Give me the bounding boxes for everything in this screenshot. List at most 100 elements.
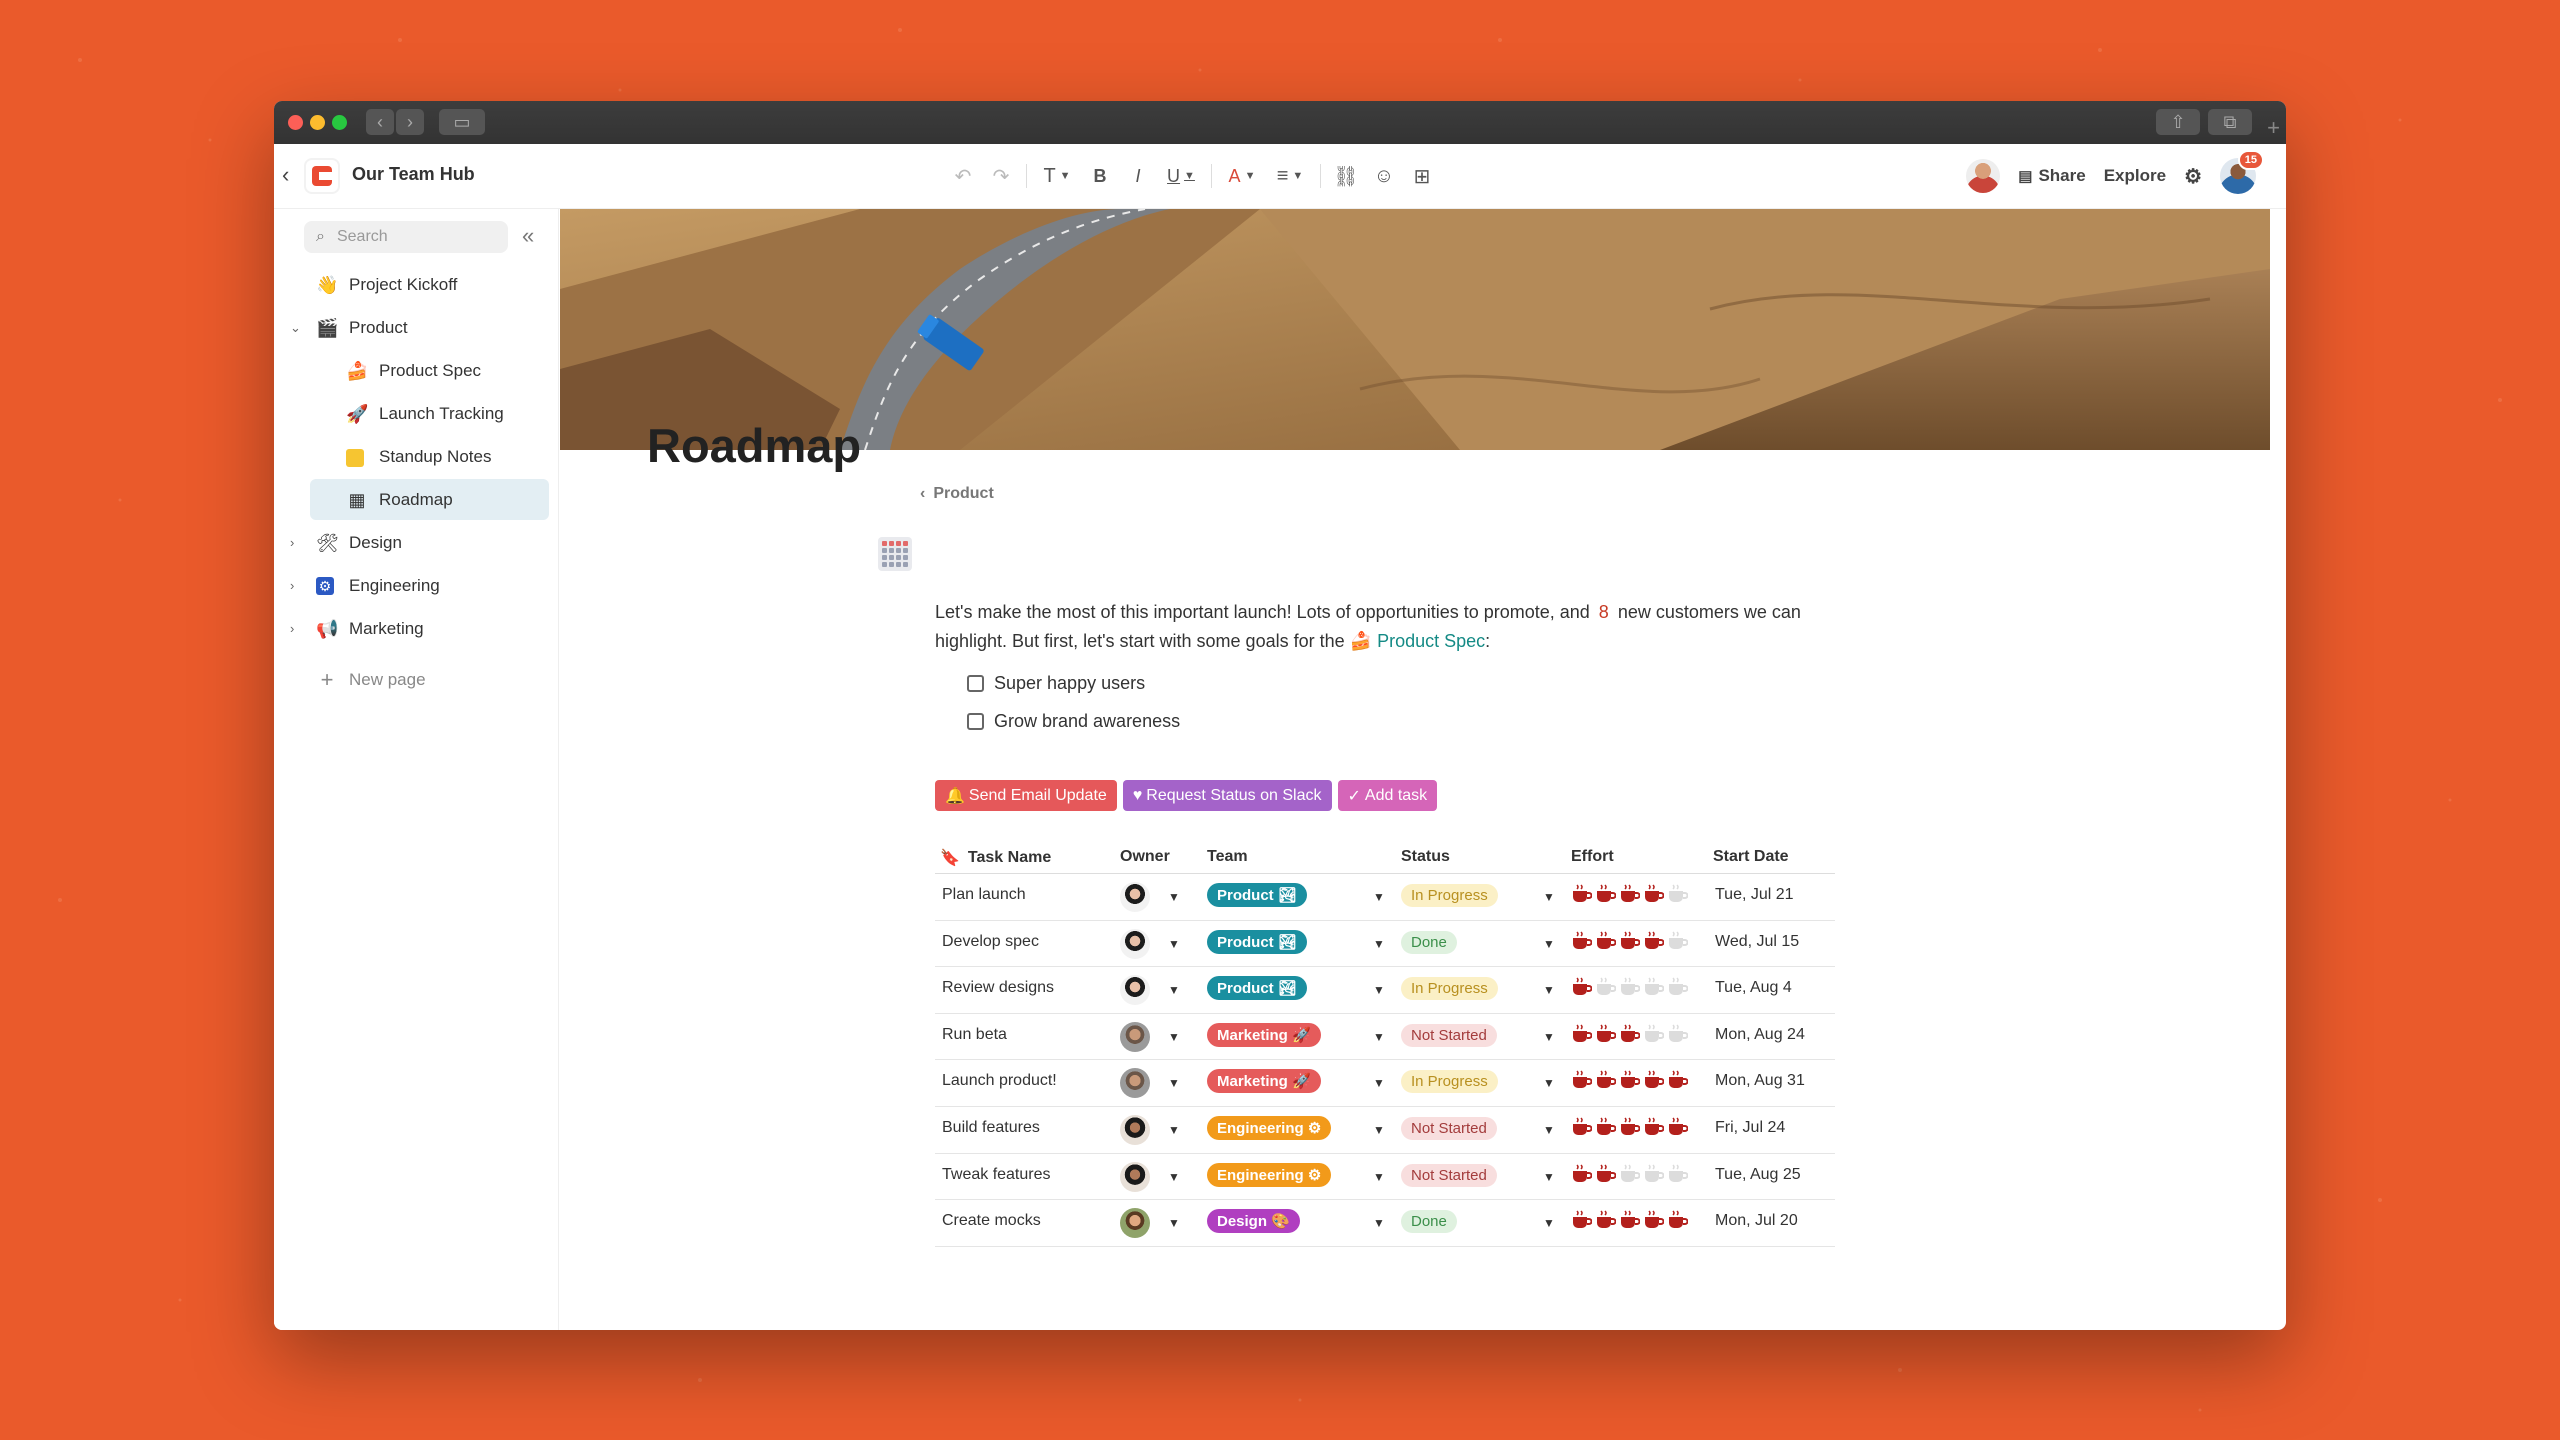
- effort-cup-empty-icon[interactable]: [1619, 1163, 1641, 1185]
- effort-cup-empty-icon[interactable]: [1643, 1023, 1665, 1045]
- team-dropdown-icon[interactable]: ▼: [1373, 983, 1385, 997]
- start-date-cell[interactable]: Tue, Jul 21: [1715, 886, 1794, 904]
- status-dropdown-icon[interactable]: ▼: [1543, 937, 1555, 951]
- column-header-status[interactable]: Status: [1401, 848, 1450, 866]
- add-task-button[interactable]: ✓ Add task: [1337, 780, 1438, 811]
- sidebar-item-design[interactable]: › 🛠 Design: [274, 521, 559, 564]
- status-dropdown-icon[interactable]: ▼: [1543, 1076, 1555, 1090]
- owner-dropdown-icon[interactable]: ▼: [1168, 890, 1180, 904]
- task-name-cell[interactable]: Launch product!: [942, 1072, 1057, 1090]
- team-cell[interactable]: Product 🏞: [1207, 976, 1307, 1001]
- effort-cup-empty-icon[interactable]: [1595, 976, 1617, 998]
- owner-cell[interactable]: ▼: [1120, 1068, 1180, 1099]
- effort-rating[interactable]: [1571, 930, 1689, 952]
- effort-rating[interactable]: [1571, 1163, 1689, 1185]
- owner-cell[interactable]: ▼: [1120, 1161, 1180, 1192]
- cover-image[interactable]: [560, 209, 2270, 450]
- table-row[interactable]: Tweak features ▼ Engineering ⚙ ▼ Not Sta…: [935, 1154, 1835, 1201]
- column-header-start-date[interactable]: Start Date: [1713, 848, 1789, 866]
- collapse-sidebar-icon[interactable]: «: [522, 223, 534, 249]
- breadcrumb[interactable]: ‹ Product: [920, 485, 994, 503]
- owner-avatar[interactable]: [1120, 975, 1150, 1006]
- checkbox[interactable]: [967, 674, 984, 692]
- text-style-icon[interactable]: T ▼: [1033, 160, 1081, 192]
- status-dropdown-icon[interactable]: ▼: [1543, 983, 1555, 997]
- column-header-task[interactable]: 🔖 Task Name: [940, 848, 1051, 868]
- page-calendar-icon[interactable]: [878, 537, 912, 571]
- team-cell[interactable]: Product 🏞: [1207, 929, 1307, 954]
- effort-cup-filled-icon[interactable]: [1643, 883, 1665, 905]
- team-dropdown-icon[interactable]: ▼: [1373, 890, 1385, 904]
- effort-cup-filled-icon[interactable]: [1571, 1163, 1593, 1185]
- customer-count[interactable]: 8: [1599, 602, 1609, 622]
- sidebar-item-product[interactable]: ⌄ 🎬 Product: [274, 306, 559, 349]
- table-row[interactable]: Run beta ▼ Marketing 🚀 ▼ Not Started ▼ M…: [935, 1014, 1835, 1061]
- effort-cup-filled-icon[interactable]: [1571, 930, 1593, 952]
- status-dropdown-icon[interactable]: ▼: [1543, 1123, 1555, 1137]
- team-cell[interactable]: Marketing 🚀: [1207, 1069, 1321, 1094]
- effort-cup-filled-icon[interactable]: [1595, 1069, 1617, 1091]
- effort-cup-filled-icon[interactable]: [1643, 1209, 1665, 1231]
- effort-cup-filled-icon[interactable]: [1667, 1069, 1689, 1091]
- effort-cup-filled-icon[interactable]: [1667, 1116, 1689, 1138]
- effort-cup-empty-icon[interactable]: [1643, 976, 1665, 998]
- collaborator-avatar[interactable]: [1966, 159, 2001, 193]
- new-page-button[interactable]: + New page: [274, 658, 559, 701]
- owner-avatar[interactable]: [1120, 882, 1150, 912]
- owner-avatar[interactable]: [1120, 1068, 1150, 1099]
- owner-dropdown-icon[interactable]: ▼: [1168, 1216, 1180, 1230]
- effort-cup-filled-icon[interactable]: [1595, 1023, 1617, 1045]
- status-cell[interactable]: Not Started: [1401, 1023, 1497, 1047]
- owner-avatar[interactable]: [1120, 1208, 1150, 1239]
- table-row[interactable]: Create mocks ▼ Design 🎨 ▼ Done ▼ Mon, Ju…: [935, 1200, 1835, 1247]
- effort-cup-empty-icon[interactable]: [1619, 976, 1641, 998]
- effort-cup-empty-icon[interactable]: [1667, 1023, 1689, 1045]
- owner-avatar[interactable]: [1120, 928, 1150, 959]
- team-cell[interactable]: Product 🏞: [1207, 883, 1307, 907]
- text-color-icon[interactable]: A ▼: [1218, 160, 1266, 192]
- minimize-window-button[interactable]: [310, 115, 325, 130]
- explore-button[interactable]: Explore: [2104, 166, 2166, 186]
- effort-cup-filled-icon[interactable]: [1619, 1023, 1641, 1045]
- task-name-cell[interactable]: Tweak features: [942, 1166, 1051, 1184]
- status-cell[interactable]: Not Started: [1401, 1163, 1497, 1187]
- effort-cup-filled-icon[interactable]: [1643, 1116, 1665, 1138]
- effort-cup-filled-icon[interactable]: [1571, 1116, 1593, 1138]
- task-name-cell[interactable]: Run beta: [942, 1026, 1007, 1044]
- product-spec-link[interactable]: Product Spec: [1377, 631, 1485, 651]
- effort-rating[interactable]: [1571, 883, 1689, 905]
- effort-cup-filled-icon[interactable]: [1595, 1163, 1617, 1185]
- align-icon[interactable]: ≡ ▼: [1266, 160, 1314, 192]
- owner-avatar[interactable]: [1120, 1021, 1150, 1052]
- sidebar-item-roadmap[interactable]: ▦ Roadmap: [274, 478, 559, 521]
- effort-cup-filled-icon[interactable]: [1595, 883, 1617, 905]
- italic-icon[interactable]: I: [1119, 160, 1157, 192]
- effort-cup-empty-icon[interactable]: [1667, 883, 1689, 905]
- effort-cup-filled-icon[interactable]: [1619, 1069, 1641, 1091]
- browser-back-icon[interactable]: ‹: [366, 109, 394, 135]
- owner-dropdown-icon[interactable]: ▼: [1168, 983, 1180, 997]
- table-row[interactable]: Review designs ▼ Product 🏞 ▼ In Progress…: [935, 967, 1835, 1014]
- underline-icon[interactable]: U ▼: [1157, 160, 1205, 192]
- chevron-right-icon[interactable]: ›: [290, 578, 294, 593]
- effort-cup-filled-icon[interactable]: [1571, 1069, 1593, 1091]
- effort-rating[interactable]: [1571, 1116, 1689, 1138]
- start-date-cell[interactable]: Mon, Jul 20: [1715, 1212, 1798, 1230]
- effort-cup-filled-icon[interactable]: [1619, 883, 1641, 905]
- link-icon[interactable]: ⛓: [1327, 160, 1365, 192]
- team-cell[interactable]: Engineering ⚙: [1207, 1162, 1332, 1187]
- sidebar-item-standup-notes[interactable]: Standup Notes: [274, 435, 559, 478]
- owner-cell[interactable]: ▼: [1120, 1208, 1180, 1239]
- effort-rating[interactable]: [1571, 1209, 1689, 1231]
- status-dropdown-icon[interactable]: ▼: [1543, 1170, 1555, 1184]
- sidebar-item-project-kickoff[interactable]: 👋 Project Kickoff: [274, 263, 559, 306]
- team-cell[interactable]: Design 🎨: [1207, 1209, 1300, 1234]
- table-row[interactable]: Build features ▼ Engineering ⚙ ▼ Not Sta…: [935, 1107, 1835, 1154]
- task-name-cell[interactable]: Create mocks: [942, 1212, 1041, 1230]
- task-name-cell[interactable]: Build features: [942, 1119, 1040, 1137]
- team-dropdown-icon[interactable]: ▼: [1373, 1123, 1385, 1137]
- chevron-right-icon[interactable]: ›: [290, 621, 294, 636]
- effort-cup-filled-icon[interactable]: [1571, 883, 1593, 905]
- column-header-effort[interactable]: Effort: [1571, 848, 1614, 866]
- effort-cup-filled-icon[interactable]: [1595, 1116, 1617, 1138]
